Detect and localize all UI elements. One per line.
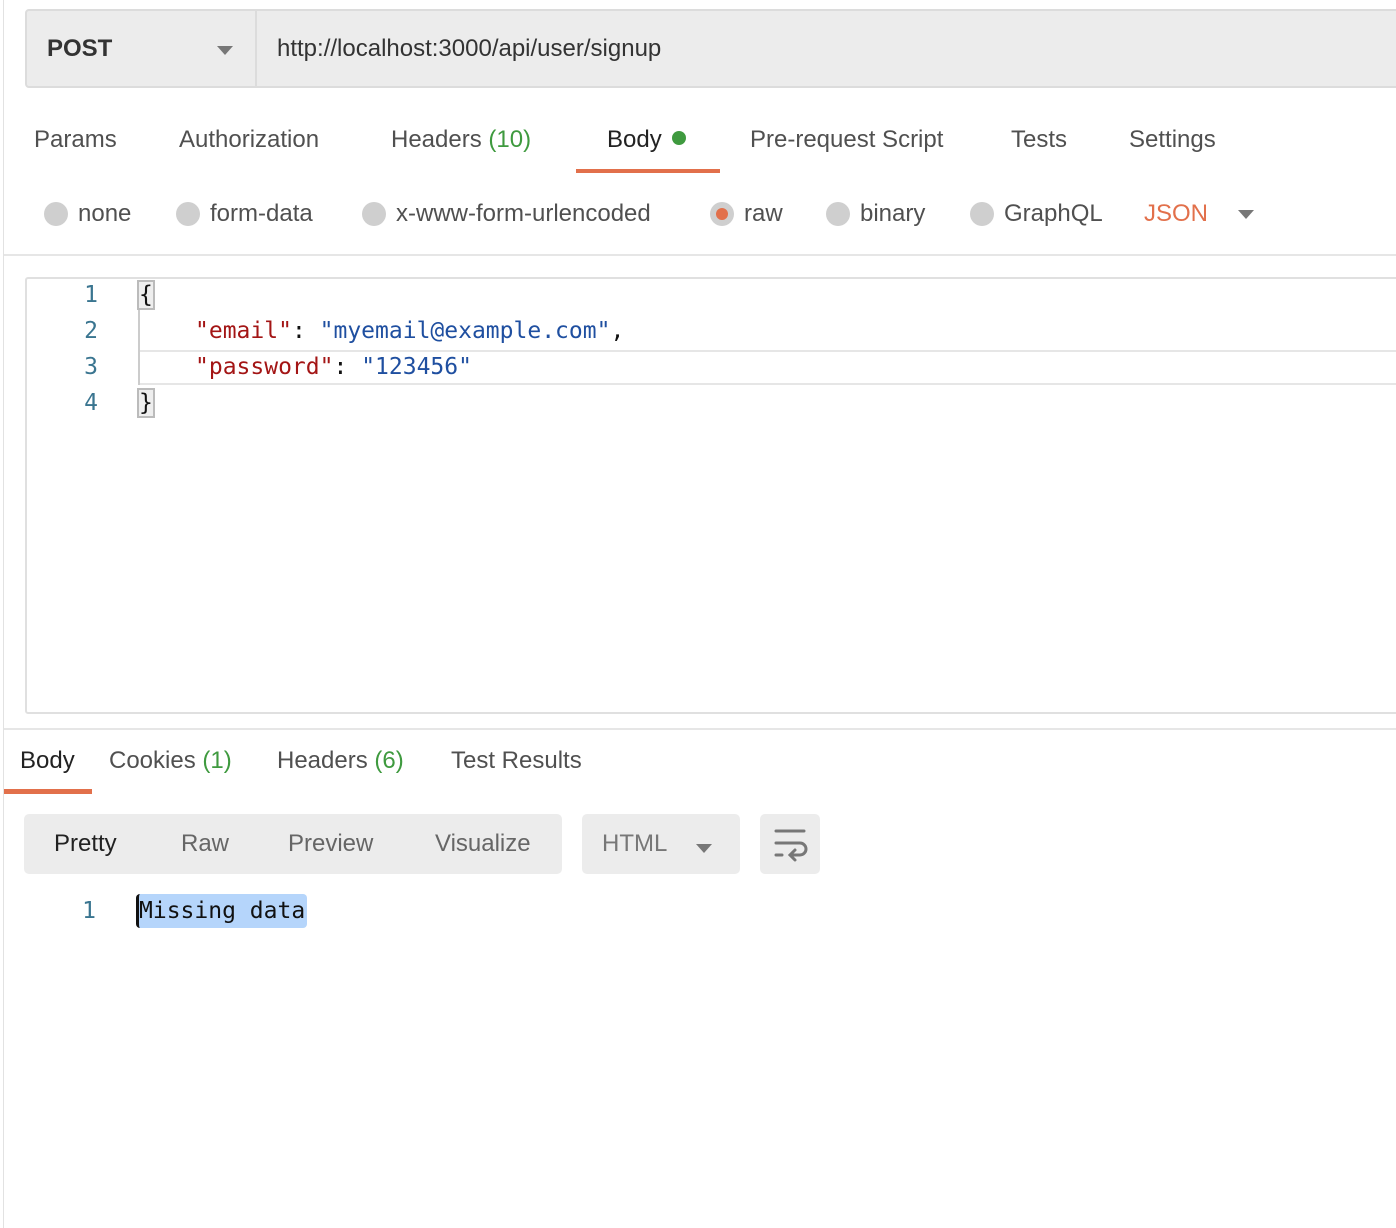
radio-circle xyxy=(362,202,386,226)
wrap-lines-icon xyxy=(774,829,808,862)
open-brace: { xyxy=(137,280,155,310)
cookies-count: (1) xyxy=(202,747,232,774)
line-number: 1 xyxy=(84,282,98,308)
response-tab-cookies[interactable]: Cookies (1) xyxy=(109,747,232,775)
format-label: JSON xyxy=(1144,200,1209,227)
tab-params[interactable]: Params xyxy=(34,126,117,154)
divider xyxy=(4,254,1396,256)
response-tab-headers[interactable]: Headers (6) xyxy=(277,747,404,775)
code-line: "email": "myemail@example.com", xyxy=(195,318,624,344)
radio-label: x-www-form-urlencoded xyxy=(396,200,651,227)
json-key: "email" xyxy=(195,318,292,344)
line-number: 3 xyxy=(84,354,98,380)
response-tab-test-results[interactable]: Test Results xyxy=(451,747,582,775)
view-raw[interactable]: Raw xyxy=(181,830,229,858)
chevron-down-icon xyxy=(1238,209,1255,219)
divider xyxy=(4,728,1396,730)
format-label: HTML xyxy=(602,830,668,857)
radio-label: binary xyxy=(860,200,926,227)
headers-count: (10) xyxy=(488,126,532,153)
tab-pre-request-script[interactable]: Pre-request Script xyxy=(750,126,943,154)
json-value: "myemail@example.com" xyxy=(319,318,611,344)
wrap-lines-button[interactable] xyxy=(760,814,820,874)
line-number: 2 xyxy=(84,318,98,344)
line-number: 1 xyxy=(82,898,96,924)
chevron-down-icon xyxy=(217,46,233,55)
active-tab-underline xyxy=(576,169,720,173)
tab-authorization[interactable]: Authorization xyxy=(179,126,319,154)
tab-tests[interactable]: Tests xyxy=(1011,126,1067,154)
radio-circle xyxy=(176,202,200,226)
comma: , xyxy=(610,318,625,344)
close-brace: } xyxy=(137,388,155,418)
chevron-down-icon xyxy=(696,844,712,853)
body-set-indicator xyxy=(671,131,686,145)
json-value: "123456" xyxy=(361,354,472,380)
radio-raw[interactable]: raw xyxy=(710,200,783,228)
json-key: "password" xyxy=(195,354,334,380)
url-input[interactable]: http://localhost:3000/api/user/signup xyxy=(257,35,661,63)
radio-label: none xyxy=(78,200,132,227)
indent-guide xyxy=(138,310,140,385)
line-number: 4 xyxy=(84,390,98,416)
tab-label: Cookies xyxy=(109,747,196,774)
view-preview[interactable]: Preview xyxy=(288,830,373,858)
tab-settings[interactable]: Settings xyxy=(1129,126,1216,154)
tab-label: Headers xyxy=(391,126,482,153)
headers-count: (6) xyxy=(374,747,404,774)
radio-label: GraphQL xyxy=(1004,200,1103,227)
tab-body[interactable]: Body xyxy=(607,126,686,154)
active-tab-underline xyxy=(4,789,92,794)
radio-circle xyxy=(44,202,68,226)
method-label: POST xyxy=(47,34,113,62)
radio-circle xyxy=(826,202,850,226)
radio-binary[interactable]: binary xyxy=(826,200,925,228)
colon: : xyxy=(333,354,362,380)
view-pretty[interactable]: Pretty xyxy=(54,830,117,858)
radio-urlencoded[interactable]: x-www-form-urlencoded xyxy=(362,200,651,228)
tab-headers[interactable]: Headers (10) xyxy=(391,126,531,154)
radio-form-data[interactable]: form-data xyxy=(176,200,313,228)
response-body-text: Missing data xyxy=(136,894,308,928)
radio-circle-selected xyxy=(710,202,734,226)
sidebar-divider xyxy=(3,0,4,1228)
body-format-select[interactable]: JSON xyxy=(1144,200,1255,228)
radio-none[interactable]: none xyxy=(44,200,131,228)
radio-label: raw xyxy=(744,200,783,227)
colon: : xyxy=(291,318,320,344)
request-url-bar: POST http://localhost:3000/api/user/sign… xyxy=(25,9,1396,88)
radio-label: form-data xyxy=(210,200,313,227)
code-line: "password": "123456" xyxy=(195,354,472,380)
radio-circle xyxy=(970,202,994,226)
response-tab-body[interactable]: Body xyxy=(20,747,75,775)
method-select[interactable]: POST xyxy=(27,11,257,86)
tab-label: Body xyxy=(607,126,662,153)
radio-graphql[interactable]: GraphQL xyxy=(970,200,1103,228)
view-visualize[interactable]: Visualize xyxy=(435,830,531,858)
tab-label: Headers xyxy=(277,747,368,774)
